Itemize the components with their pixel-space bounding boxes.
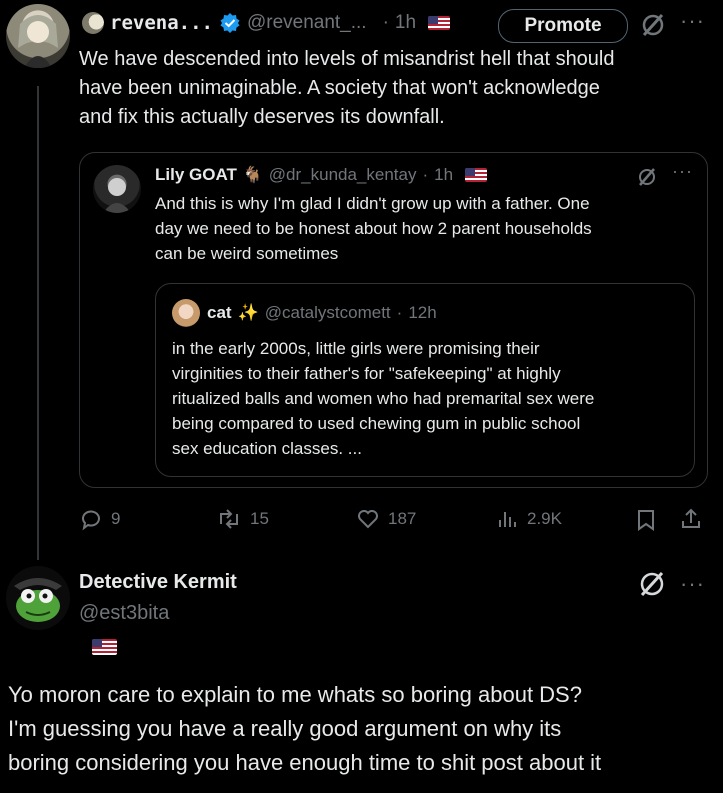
quote-grok-icon[interactable] [637, 167, 657, 187]
nested-text-line: virginities to their father's for "safek… [172, 364, 561, 383]
author-avatar-art [18, 15, 58, 68]
bookmark-icon [638, 510, 654, 531]
repost-button[interactable]: 15 [216, 507, 269, 531]
views-button[interactable]: 2.9K [495, 507, 562, 531]
grok-icon[interactable] [640, 12, 666, 38]
repost-count: 15 [250, 509, 269, 528]
reply-text-line: Yo moron care to explain to me whats so … [8, 682, 582, 707]
like-button[interactable]: 187 [356, 507, 416, 531]
moon-icon [82, 12, 104, 34]
nested-text: in the early 2000s, little girls were pr… [172, 336, 682, 461]
quote-avatar-art [103, 178, 131, 213]
nested-author-name[interactable]: cat [207, 303, 232, 323]
nested-author-avatar[interactable] [172, 299, 200, 327]
repost-icon [220, 509, 238, 529]
nested-author-handle[interactable]: @catalystcomett [265, 303, 391, 323]
share-icon [682, 508, 700, 528]
quote-more-options-icon[interactable]: ··· [672, 161, 693, 182]
reply-author-name[interactable]: Detective Kermit [79, 571, 237, 594]
quote-author-handle[interactable]: @dr_kunda_kentay [269, 165, 417, 185]
author-handle[interactable]: @revenant_... [247, 12, 367, 34]
nested-header: cat ✨ @catalystcomett · 12h [207, 301, 437, 325]
reply-more-options-icon[interactable]: ··· [680, 571, 705, 597]
reply-text: Yo moron care to explain to me whats so … [8, 678, 720, 780]
more-options-icon[interactable]: ··· [680, 8, 705, 34]
goat-emoji: 🐐 [242, 167, 263, 184]
reply-text-line: I'm guessing you have a really good argu… [8, 716, 562, 741]
quote-time[interactable]: 1h [434, 165, 453, 185]
reply-author-handle[interactable]: @est3bita [79, 602, 169, 625]
sparkles-emoji: ✨ [237, 303, 259, 322]
us-flag-icon [465, 168, 488, 182]
post-text-line: have been unimaginable. A society that w… [79, 77, 600, 99]
views-icon [499, 512, 516, 527]
separator-dot: · [422, 165, 429, 184]
like-count: 187 [388, 509, 417, 528]
quote-text: And this is why I'm glad I didn't grow u… [155, 191, 695, 266]
us-flag-icon [92, 638, 117, 655]
us-flag-icon [428, 16, 451, 30]
author-header: revena... @revenant_... · 1h [82, 6, 451, 40]
post-text-line: and fix this actually deserves its downf… [79, 106, 445, 128]
post-time[interactable]: 1h [395, 12, 416, 34]
nested-text-line: being compared to used chewing gum in pu… [172, 414, 581, 433]
reply-count: 9 [111, 509, 121, 528]
thread-line [37, 86, 39, 560]
nested-time[interactable]: 12h [408, 303, 436, 323]
promote-button[interactable]: Promote [498, 9, 628, 43]
separator-dot: · [382, 12, 389, 33]
views-count: 2.9K [527, 509, 562, 528]
nested-text-line: in the early 2000s, little girls were pr… [172, 339, 540, 358]
post-text-line: We have descended into levels of misandr… [79, 48, 615, 70]
quote-author-name[interactable]: Lily GOAT [155, 165, 237, 185]
share-button[interactable] [679, 507, 703, 536]
reply-icon [82, 510, 100, 531]
quote-text-line: day we need to be honest about how 2 par… [155, 219, 592, 238]
nested-text-line: ritualized balls and women who had prema… [172, 389, 595, 408]
author-name[interactable]: revena... [110, 12, 213, 34]
reply-grok-icon[interactable] [638, 570, 666, 598]
bookmark-button[interactable] [635, 508, 657, 537]
kermit-avatar-art [14, 578, 62, 622]
post-text: We have descended into levels of misandr… [79, 45, 709, 132]
quote-text-line: And this is why I'm glad I didn't grow u… [155, 194, 590, 213]
quote-header: Lily GOAT 🐐 @dr_kunda_kentay · 1h [155, 162, 488, 188]
heart-icon [358, 510, 378, 529]
author-avatar[interactable] [6, 4, 70, 68]
reply-author-avatar[interactable] [6, 566, 70, 630]
nested-text-line: sex education classes. ... [172, 439, 362, 458]
reply-button[interactable]: 9 [79, 507, 120, 531]
quote-author-avatar[interactable] [93, 165, 141, 213]
quote-text-line: can be weird sometimes [155, 244, 339, 263]
reply-text-line: boring considering you have enough time … [8, 750, 602, 775]
verified-badge-icon [219, 12, 241, 34]
separator-dot: · [396, 303, 403, 322]
